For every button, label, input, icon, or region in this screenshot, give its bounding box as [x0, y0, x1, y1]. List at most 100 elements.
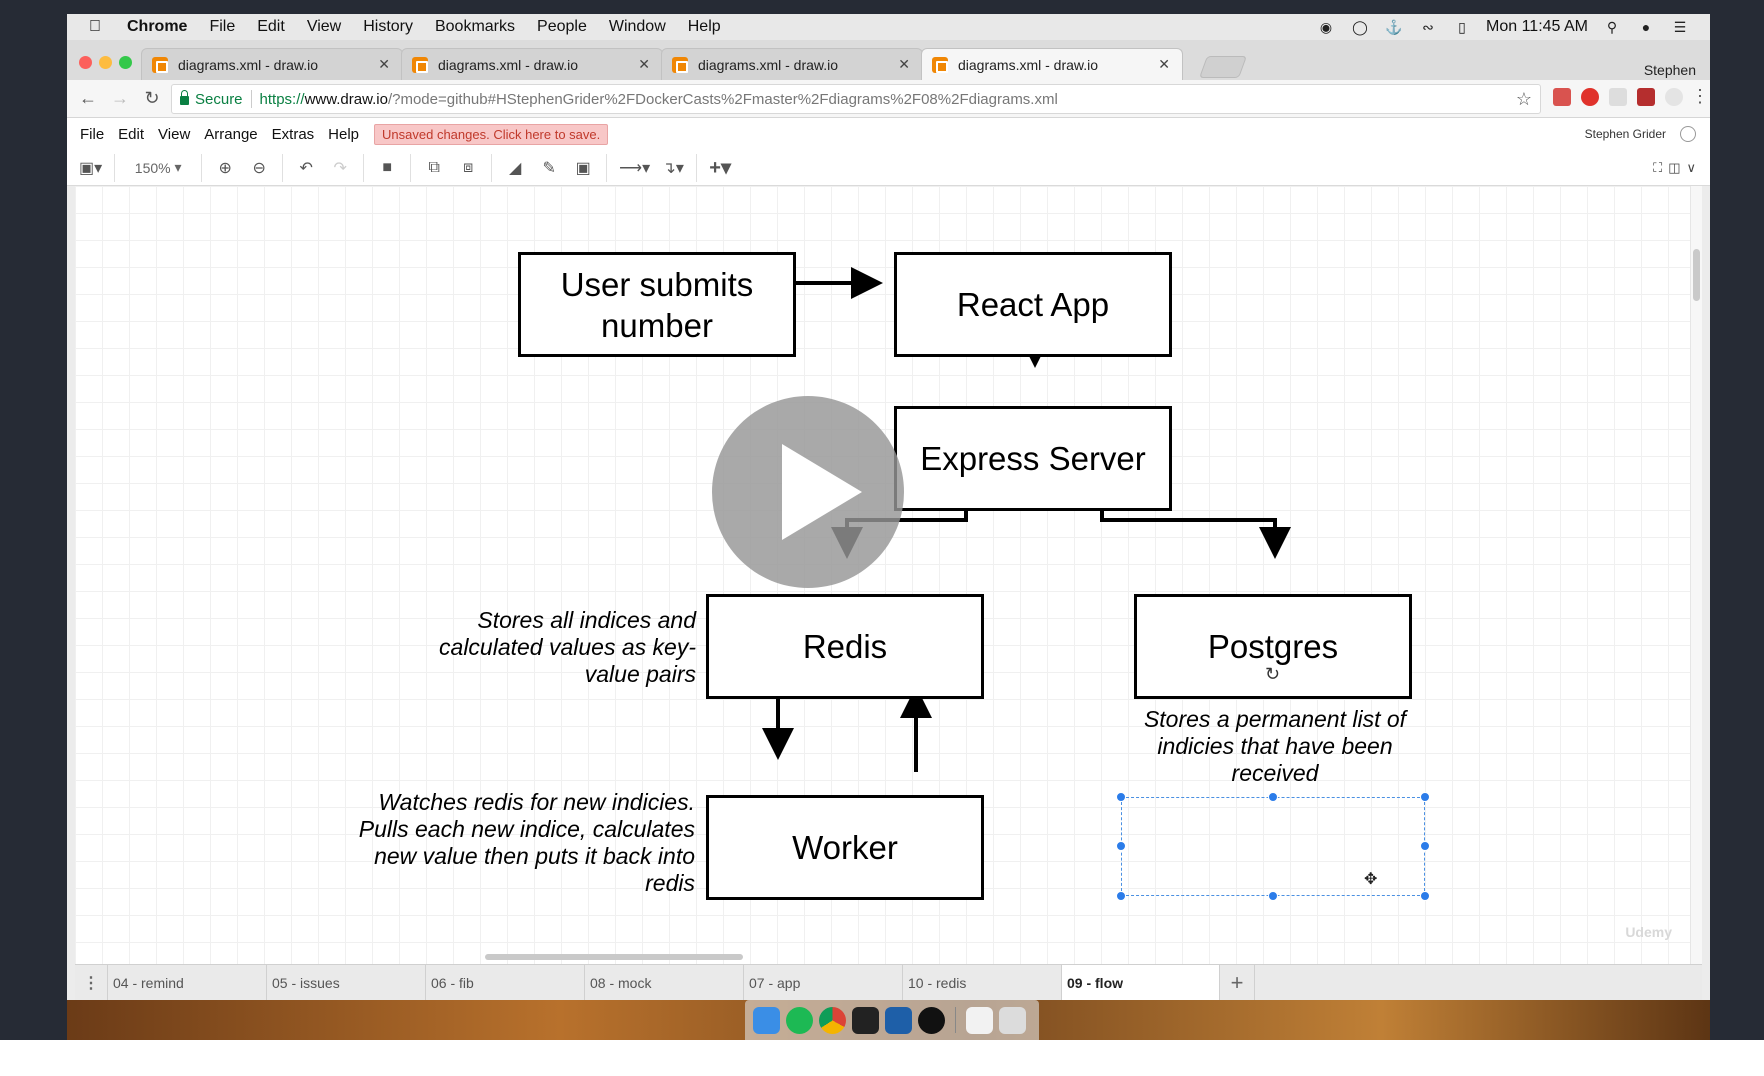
- extension-calendar-icon[interactable]: [1553, 88, 1571, 106]
- undo-icon[interactable]: ↶: [295, 157, 317, 179]
- resize-handle[interactable]: [1420, 891, 1430, 901]
- terminal-icon[interactable]: [852, 1006, 879, 1034]
- menu-people[interactable]: People: [537, 18, 587, 36]
- to-back-icon[interactable]: ⧈: [457, 157, 479, 179]
- apple-icon[interactable]: : [89, 18, 113, 36]
- drawio-menu-edit[interactable]: Edit: [118, 126, 144, 143]
- clock[interactable]: Mon 11:45 AM: [1486, 18, 1588, 36]
- note-redis[interactable]: Stores all indices and calculated values…: [410, 607, 696, 688]
- minimize-window-button[interactable]: [99, 56, 112, 69]
- obs-icon[interactable]: ◉: [1316, 18, 1336, 36]
- horizontal-scroll-thumb[interactable]: [485, 954, 743, 960]
- diagram-canvas[interactable]: User submits number React App Express Se…: [75, 186, 1702, 964]
- node-react-app[interactable]: React App: [894, 252, 1172, 357]
- redo-icon[interactable]: ↷: [329, 157, 351, 179]
- browser-tab-active[interactable]: diagrams.xml - draw.io ✕: [921, 48, 1183, 80]
- fullscreen-icon[interactable]: ⛶: [1653, 160, 1662, 176]
- line-color-icon[interactable]: ✎: [538, 157, 560, 179]
- node-redis[interactable]: Redis: [706, 594, 984, 699]
- language-globe-icon[interactable]: [1680, 126, 1696, 142]
- close-tab-icon[interactable]: ✕: [638, 56, 650, 73]
- page-tab[interactable]: 05 - issues: [266, 965, 425, 1001]
- page-tab[interactable]: 04 - remind: [107, 965, 266, 1001]
- layout-panel-icon[interactable]: ◫: [1668, 160, 1680, 176]
- resize-handle[interactable]: [1268, 792, 1278, 802]
- zoom-select[interactable]: 150% ▾: [127, 157, 189, 179]
- trash-icon[interactable]: [999, 1006, 1026, 1034]
- drawio-menu-view[interactable]: View: [158, 126, 190, 143]
- documents-icon[interactable]: [966, 1006, 993, 1034]
- back-arrow-icon[interactable]: ←: [77, 88, 99, 109]
- waypoints-icon[interactable]: ↴▾: [662, 157, 684, 179]
- extension-disabled-icon[interactable]: [1665, 88, 1683, 106]
- menu-file[interactable]: File: [209, 18, 235, 36]
- to-front-icon[interactable]: ⧉: [423, 157, 445, 179]
- vscode-icon[interactable]: [885, 1006, 912, 1034]
- resize-handle[interactable]: [1116, 841, 1126, 851]
- maximize-window-button[interactable]: [119, 56, 132, 69]
- secure-indicator[interactable]: Secure: [180, 90, 243, 108]
- zoom-in-icon[interactable]: ⊕: [214, 157, 236, 179]
- drawio-menu-help[interactable]: Help: [328, 126, 359, 143]
- drawio-menu-file[interactable]: File: [80, 126, 104, 143]
- profile-name[interactable]: Stephen: [1644, 62, 1696, 78]
- format-panel-toggle-icon[interactable]: ▣▾: [79, 157, 102, 179]
- browser-tab[interactable]: diagrams.xml - draw.io ✕: [141, 48, 403, 80]
- zoom-out-icon[interactable]: ⊖: [248, 157, 270, 179]
- node-worker[interactable]: Worker: [706, 795, 984, 900]
- chrome-menu-icon[interactable]: ⋮: [1689, 86, 1710, 107]
- page-tab[interactable]: 06 - fib: [425, 965, 584, 1001]
- user-menu[interactable]: Stephen Grider: [1585, 127, 1666, 141]
- resize-handle[interactable]: [1268, 891, 1278, 901]
- new-tab-button[interactable]: [1198, 56, 1248, 78]
- chrome-icon[interactable]: [819, 1006, 846, 1034]
- browser-tab[interactable]: diagrams.xml - draw.io ✕: [401, 48, 663, 80]
- url-input[interactable]: Secure https:// www.draw.io /?mode=githu…: [171, 84, 1541, 114]
- pages-menu-icon[interactable]: ⋮: [75, 965, 107, 1001]
- notification-center-icon[interactable]: ☰: [1670, 18, 1690, 36]
- vertical-scroll-thumb[interactable]: [1693, 249, 1700, 301]
- page-tab[interactable]: 10 - redis: [902, 965, 1061, 1001]
- connection-icon[interactable]: ⟶▾: [619, 157, 650, 179]
- menu-history[interactable]: History: [363, 18, 413, 36]
- menu-help[interactable]: Help: [688, 18, 721, 36]
- page-tab[interactable]: 08 - mock: [584, 965, 743, 1001]
- close-tab-icon[interactable]: ✕: [1158, 56, 1170, 73]
- menu-bookmarks[interactable]: Bookmarks: [435, 18, 515, 36]
- menu-view[interactable]: View: [307, 18, 341, 36]
- rotate-handle-icon[interactable]: ↻: [1265, 664, 1280, 685]
- extension-shield-icon[interactable]: [1637, 88, 1655, 106]
- spotlight-search-icon[interactable]: ⚲: [1602, 18, 1622, 36]
- docker-icon[interactable]: ⚓: [1384, 18, 1404, 36]
- menu-window[interactable]: Window: [609, 18, 666, 36]
- resize-handle[interactable]: [1116, 891, 1126, 901]
- collapse-chevron-icon[interactable]: ∨: [1686, 160, 1696, 176]
- page-tab[interactable]: 07 - app: [743, 965, 902, 1001]
- siri-icon[interactable]: ●: [1636, 18, 1656, 36]
- close-tab-icon[interactable]: ✕: [378, 56, 390, 73]
- spotify-icon[interactable]: [786, 1006, 813, 1034]
- extension-opera-icon[interactable]: [1581, 88, 1599, 106]
- drawio-menu-extras[interactable]: Extras: [272, 126, 315, 143]
- glasses-icon[interactable]: ◯: [1350, 18, 1370, 36]
- resize-handle[interactable]: [1420, 841, 1430, 851]
- reload-icon[interactable]: ↻: [141, 88, 163, 109]
- resize-handle[interactable]: [1116, 792, 1126, 802]
- vertical-scrollbar[interactable]: [1690, 186, 1702, 964]
- note-worker[interactable]: Watches redis for new indicies. Pulls ea…: [345, 789, 695, 897]
- finder-icon[interactable]: [753, 1006, 780, 1034]
- node-express-server[interactable]: Express Server: [894, 406, 1172, 511]
- resize-handle[interactable]: [1420, 792, 1430, 802]
- node-user-submits[interactable]: User submits number: [518, 252, 796, 357]
- shadow-icon[interactable]: ▣: [572, 157, 594, 179]
- forward-arrow-icon[interactable]: →: [109, 88, 131, 109]
- bookmark-star-icon[interactable]: ☆: [1516, 89, 1532, 110]
- drawio-menu-arrange[interactable]: Arrange: [204, 126, 257, 143]
- obs-dock-icon[interactable]: [918, 1006, 945, 1034]
- menu-edit[interactable]: Edit: [257, 18, 285, 36]
- add-page-button[interactable]: +: [1219, 965, 1255, 1001]
- insert-plus-icon[interactable]: +▾: [709, 157, 731, 179]
- wifi-icon[interactable]: ∾: [1418, 18, 1438, 36]
- close-tab-icon[interactable]: ✕: [898, 56, 910, 73]
- note-postgres[interactable]: Stores a permanent list of indicies that…: [1129, 706, 1421, 787]
